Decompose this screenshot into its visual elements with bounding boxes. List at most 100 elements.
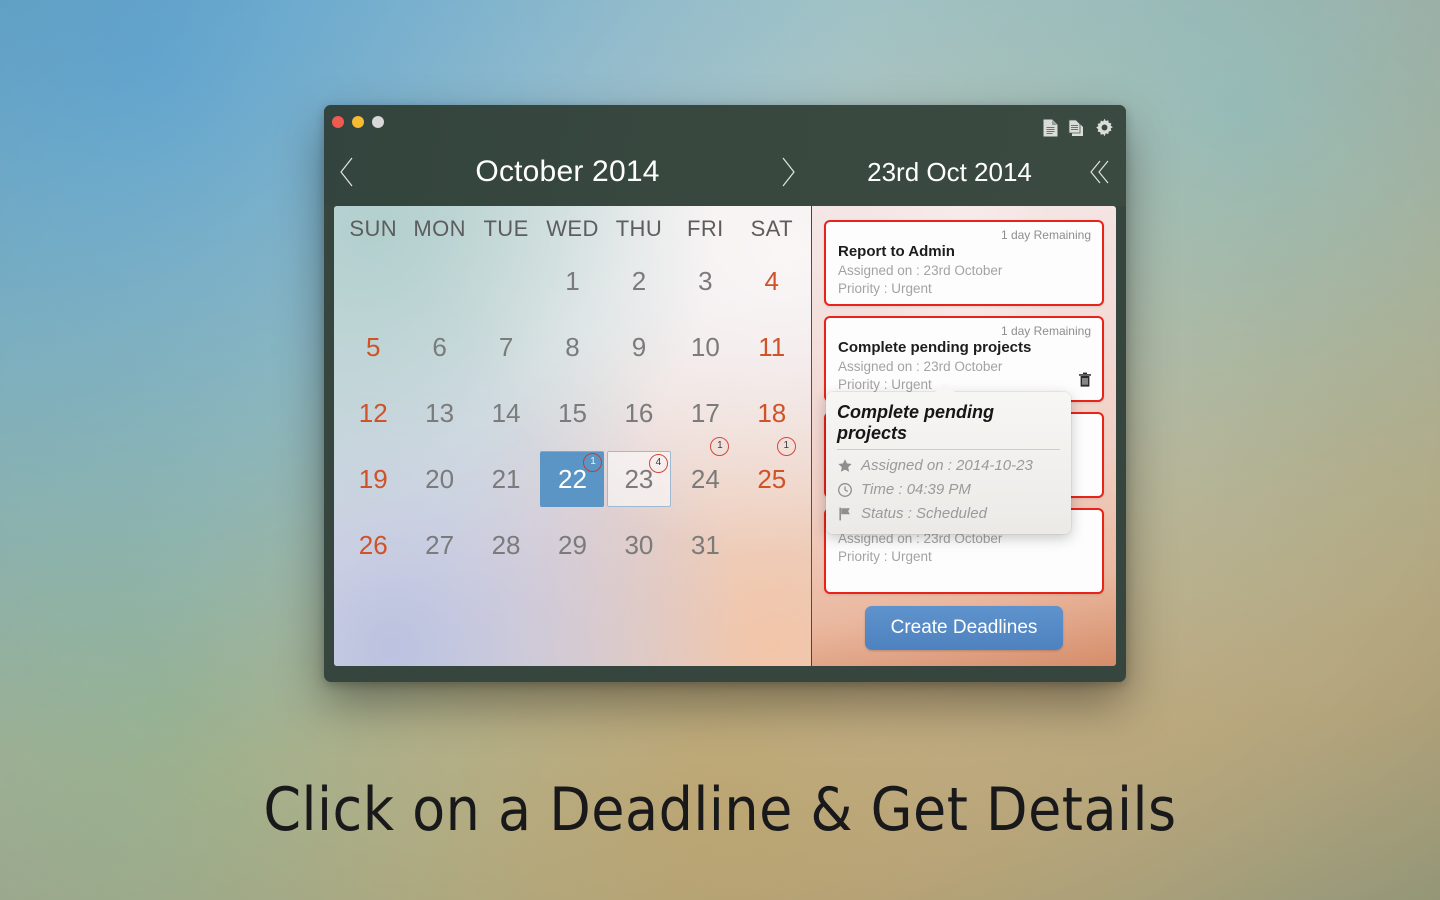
calendar-day-cell[interactable]: 9 [606,314,672,380]
gear-icon[interactable] [1095,118,1114,142]
calendar-day-number: 24 [690,464,720,494]
deadline-count-badge: 1 [710,437,730,456]
calendar-day-cell[interactable]: 18 [739,380,805,446]
calendar-day-number: 28 [491,530,521,560]
weekday-label: FRI [687,216,724,241]
calendar-day-box: 13 [408,385,472,441]
calendar-day-cell[interactable]: 8 [539,314,605,380]
calendar-day-number: 27 [425,530,455,560]
deadline-count-badge: 1 [776,437,796,456]
calendar-day-cell[interactable]: 13 [406,380,472,446]
calendar-day-cell[interactable]: 28 [473,512,539,578]
calendar-week-row: 26 27 28 29 30 31 [340,512,805,578]
flag-icon [837,506,853,522]
popover-time-text: Time : 04:39 PM [861,481,971,498]
next-month-button[interactable] [765,149,811,195]
calendar-day-box: 19 [341,451,405,507]
trash-icon[interactable] [1078,372,1092,393]
deadline-details-popover: Complete pending projects Assigned on : … [826,383,1071,534]
calendar-day-cell[interactable]: 25 1 [739,437,805,512]
popover-row-status: Status : Scheduled [837,505,1060,522]
calendar-day-cell[interactable]: 15 [539,380,605,446]
calendar-day-cell[interactable]: 21 [473,446,539,512]
calendar-day-cell[interactable]: 5 [340,314,406,380]
calendar-day-box: 11 [740,319,804,375]
calendar-day-cell[interactable]: 27 [406,512,472,578]
minimize-button[interactable] [352,116,364,128]
calendar-day-box: 20 [408,451,472,507]
window-titlebar: October 2014 23rd Oct 2014 [324,105,1126,206]
titlebar-headings: October 2014 23rd Oct 2014 [324,141,1126,203]
collapse-panel-button[interactable] [1074,149,1126,195]
calendar-day-cell[interactable]: 11 [739,314,805,380]
calendar-day-box: 2 [607,253,671,309]
calendar-day-cell[interactable]: 17 [672,380,738,446]
calendar-day-cell[interactable]: 4 [739,248,805,314]
calendar-day-number: 5 [365,332,381,362]
deadline-card[interactable]: 1 day Remaining Report to Admin Assigned o… [824,220,1104,306]
calendar-day-number: 19 [358,464,388,494]
zoom-button[interactable] [372,116,384,128]
calendar-day-box: 25 1 [740,437,804,507]
calendar-day-number: 8 [565,332,580,362]
calendar-day-cell[interactable]: 26 [340,512,406,578]
calendar-day-cell[interactable]: 19 [340,446,406,512]
calendar-day-number: 29 [558,530,587,560]
calendar-day-cell[interactable]: 30 [606,512,672,578]
calendar-day-box: 3 [673,253,737,309]
create-deadlines-button[interactable]: Create Deadlines [864,606,1064,650]
calendar-day-cell[interactable]: 23 4 [606,446,672,512]
calendar-day-box: 6 [408,319,472,375]
calendar-day-cell[interactable]: 31 [672,512,738,578]
calendar-day-cell[interactable]: 29 [539,512,605,578]
deadline-assigned-label: Assigned on : 23rd October [838,263,1003,278]
popover-assigned-text: Assigned on : 2014-10-23 [861,457,1033,474]
calendar-day-box: 12 [341,385,405,441]
calendar-day-box: 8 [540,319,604,375]
month-title: October 2014 [475,155,660,188]
calendar-day-box: 1 [540,253,604,309]
calendar-week-row: 1 2 3 4 [340,248,805,314]
close-button[interactable] [332,116,344,128]
calendar-day-number: 17 [690,398,720,428]
calendar-day-number: 2 [631,266,647,296]
calendar-day-cell[interactable]: 3 [672,248,738,314]
calendar-day-box: 7 [474,319,538,375]
documents-stack-icon[interactable] [1068,119,1085,142]
calendar-day-number: 15 [558,398,587,428]
calendar-day-cell[interactable]: 14 [473,380,539,446]
calendar-day-box: 28 [474,517,538,573]
calendar-day-cell[interactable]: 22 1 [539,446,605,512]
calendar-day-cell[interactable]: 2 [606,248,672,314]
calendar-day-number: 26 [358,530,388,560]
selected-day-title: 23rd Oct 2014 [867,156,1032,187]
calendar-day-number: 3 [698,266,713,296]
calendar-day-cell[interactable]: 20 [406,446,472,512]
deadline-count-badge: 1 [583,453,603,472]
calendar-day-number: 4 [764,266,780,296]
prev-month-button[interactable] [324,149,370,195]
caption-text: Click on a Deadline & Get Details [263,775,1177,845]
calendar-day-box: 16 [607,385,671,441]
calendar-day-cell[interactable]: 10 [672,314,738,380]
calendar-day-box: 14 [474,385,538,441]
calendar-day-cell[interactable]: 24 1 [672,437,738,512]
calendar-day-cell[interactable]: 16 [606,380,672,446]
calendar-day-box: 22 1 [540,451,605,507]
weekday-label: TUE [483,216,529,241]
calendar-day-box: 4 [740,253,804,309]
calendar-day-cell[interactable]: 1 [539,248,605,314]
calendar-day-box: 18 [740,385,804,441]
deadline-remaining-label: 1 day Remaining [1000,324,1091,338]
calendar-day-number: 18 [757,398,787,428]
desktop-wallpaper: October 2014 23rd Oct 2014 SUN MON TUE W… [0,0,1440,900]
deadlines-app-window: October 2014 23rd Oct 2014 SUN MON TUE W… [324,105,1126,682]
calendar-day-box: 24 1 [673,437,737,507]
calendar-day-cell[interactable]: 12 [340,380,406,446]
deadline-card[interactable]: 1 day Remaining Complete pending projects… [824,316,1104,402]
calendar-day-cell[interactable]: 7 [473,314,539,380]
document-icon[interactable] [1043,119,1058,142]
calendar-day-cell[interactable]: 6 [406,314,472,380]
deadline-detail-pane: 1 day Remaining Report to Admin Assigned o… [812,206,1116,666]
calendar-day-box: 30 [607,517,671,573]
